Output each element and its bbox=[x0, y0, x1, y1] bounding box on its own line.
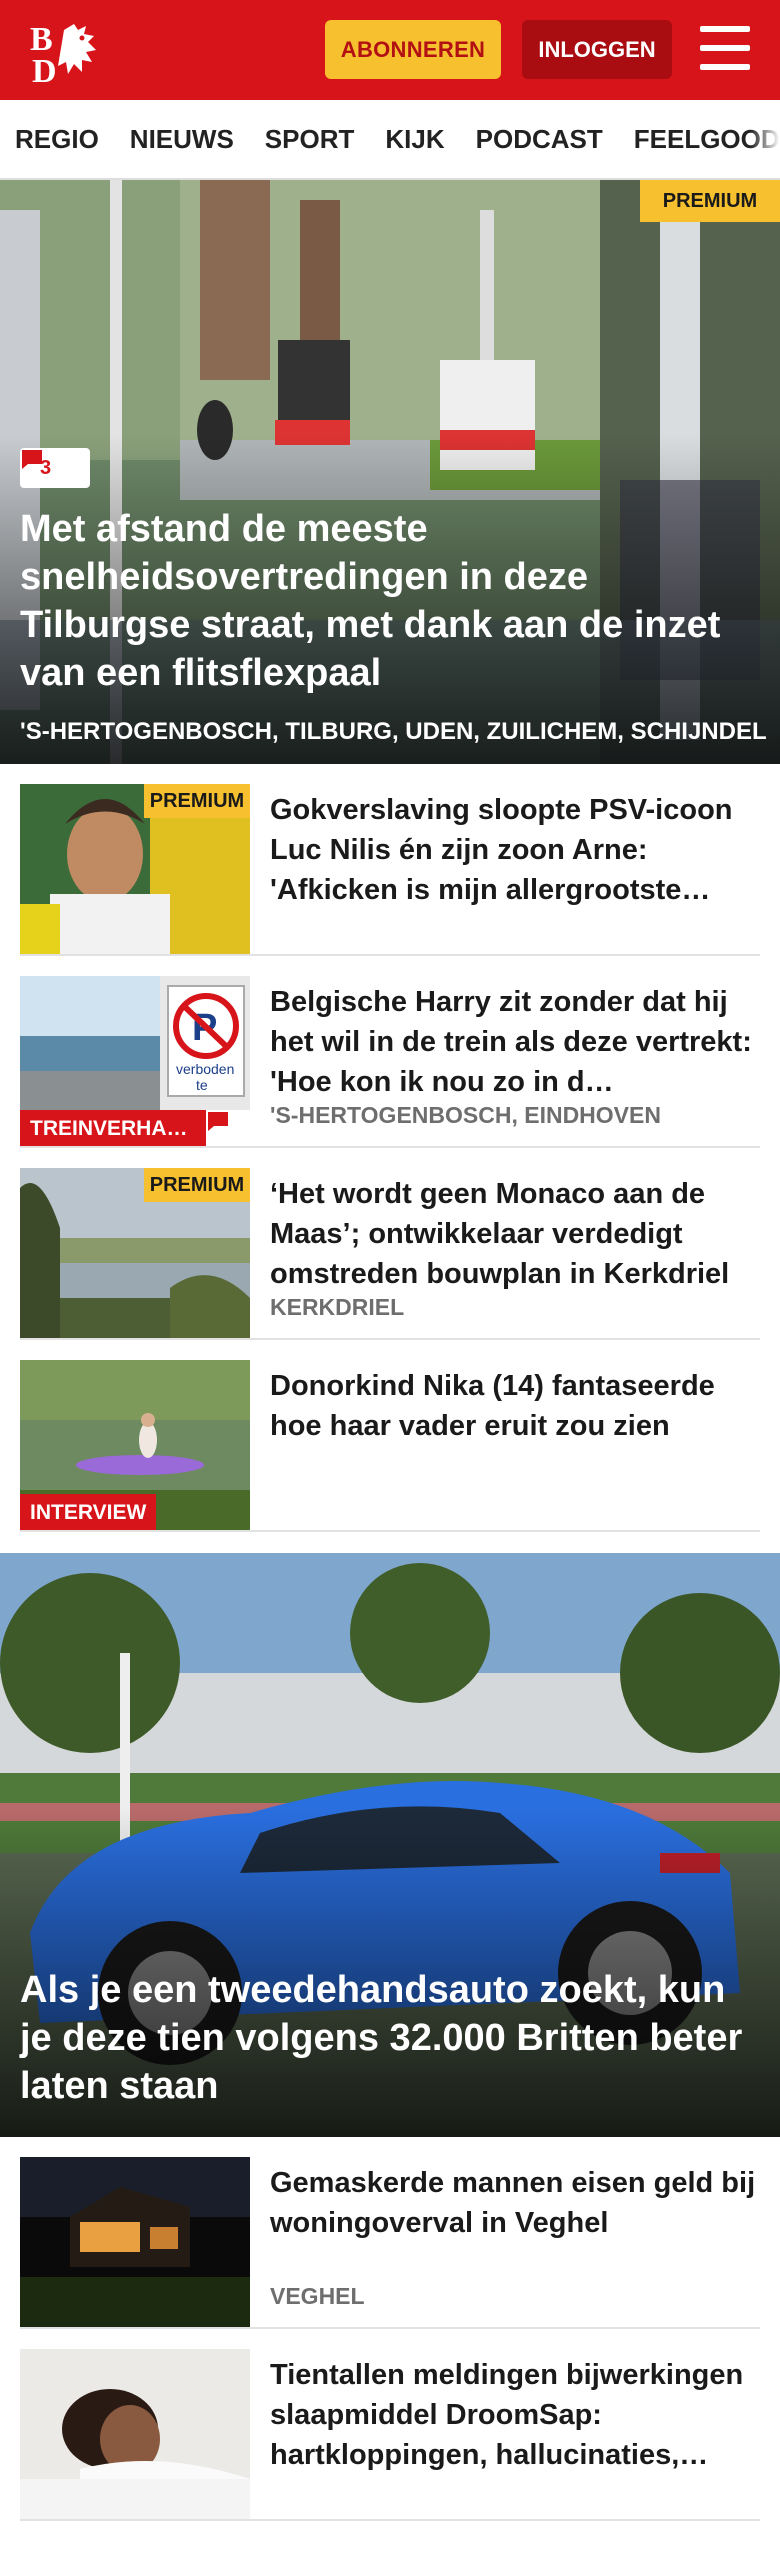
section-nav: REGIO NIEUWS SPORT KIJK PODCAST FEELGOOD… bbox=[0, 100, 780, 180]
article-title[interactable]: Belgische Harry zit zonder dat hij het w… bbox=[270, 982, 760, 1102]
divider bbox=[20, 1338, 760, 1340]
article-thumbnail bbox=[20, 2349, 250, 2521]
article-title[interactable]: Gemaskerde mannen eisen geld bij woningo… bbox=[270, 2163, 760, 2243]
list-item[interactable]: P verboden te TREINVERHA… Belgische Harr… bbox=[20, 976, 760, 1148]
article-thumbnail: PREMIUM bbox=[20, 784, 250, 956]
nav-fade bbox=[750, 100, 780, 178]
premium-badge: PREMIUM bbox=[640, 180, 780, 222]
article-title[interactable]: Tientallen meldingen bijwerkingen slaapm… bbox=[270, 2355, 760, 2475]
divider bbox=[20, 2519, 760, 2521]
article-location: 'S-HERTOGENBOSCH, EINDHOVEN bbox=[270, 1102, 661, 1128]
list-item[interactable]: Tientallen meldingen bijwerkingen slaapm… bbox=[20, 2349, 760, 2521]
article-title[interactable]: Gokverslaving sloopte PSV-icoon Luc Nili… bbox=[270, 790, 760, 910]
article-thumbnail: INTERVIEW bbox=[20, 1360, 250, 1532]
article-thumbnail: PREMIUM bbox=[20, 1168, 250, 1340]
list-item[interactable]: PREMIUM ‘Het wordt geen Monaco aan de Ma… bbox=[20, 1168, 760, 1340]
top-bar: B D ABONNEREN INLOGGEN bbox=[0, 0, 780, 100]
article-location: VEGHEL bbox=[270, 2283, 365, 2309]
article-title[interactable]: Donorkind Nika (14) fantaseerde hoe haar… bbox=[270, 1366, 760, 1446]
category-label: INTERVIEW bbox=[20, 1494, 157, 1532]
hero-locations: 'S-HERTOGENBOSCH, TILBURG, UDEN, ZUILICH… bbox=[20, 718, 767, 745]
login-button[interactable]: INLOGGEN bbox=[522, 20, 672, 79]
sign-text: verboden bbox=[176, 1061, 234, 1077]
nav-item-podcast[interactable]: PODCAST bbox=[476, 124, 603, 155]
nav-item-kijk[interactable]: KIJK bbox=[385, 124, 444, 155]
premium-badge: PREMIUM bbox=[144, 784, 250, 818]
hero-article[interactable]: PREMIUM 3 Met afstand de meeste snelheid… bbox=[0, 180, 780, 764]
divider bbox=[20, 954, 760, 956]
nav-item-sport[interactable]: SPORT bbox=[265, 124, 355, 155]
comment-icon bbox=[22, 450, 42, 469]
comment-icon[interactable] bbox=[206, 1110, 250, 1148]
bd-logo[interactable]: B D bbox=[30, 20, 116, 90]
subscribe-button[interactable]: ABONNEREN bbox=[325, 20, 501, 79]
list-item[interactable]: PREMIUM Gokverslaving sloopte PSV-icoon … bbox=[20, 784, 760, 956]
list-item[interactable]: INTERVIEW Donorkind Nika (14) fantaseerd… bbox=[20, 1360, 760, 1532]
divider bbox=[20, 1530, 760, 1532]
divider bbox=[20, 2327, 760, 2329]
comment-count-badge[interactable]: 3 bbox=[20, 448, 90, 488]
divider bbox=[20, 1146, 760, 1148]
featured-article[interactable]: Als je een tweedehandsauto zoekt, kun je… bbox=[0, 1553, 780, 2137]
svg-text:D: D bbox=[32, 53, 57, 84]
article-title[interactable]: ‘Het wordt geen Monaco aan de Maas’; ont… bbox=[270, 1174, 760, 1294]
list-item[interactable]: Gemaskerde mannen eisen geld bij woningo… bbox=[20, 2157, 760, 2329]
category-label: TREINVERHA… bbox=[20, 1110, 206, 1148]
premium-badge: PREMIUM bbox=[144, 1168, 250, 1202]
nav-item-nieuws[interactable]: NIEUWS bbox=[130, 124, 234, 155]
article-location: KERKDRIEL bbox=[270, 1294, 405, 1320]
hero-title[interactable]: Met afstand de meeste snelheidsovertredi… bbox=[20, 505, 765, 697]
sign-text: te bbox=[196, 1077, 208, 1093]
nav-item-regio[interactable]: REGIO bbox=[15, 124, 99, 155]
featured-title[interactable]: Als je een tweedehandsauto zoekt, kun je… bbox=[20, 1966, 765, 2110]
hamburger-menu-icon[interactable] bbox=[700, 26, 750, 72]
article-thumbnail: P verboden te TREINVERHA… bbox=[20, 976, 250, 1148]
article-thumbnail bbox=[20, 2157, 250, 2329]
